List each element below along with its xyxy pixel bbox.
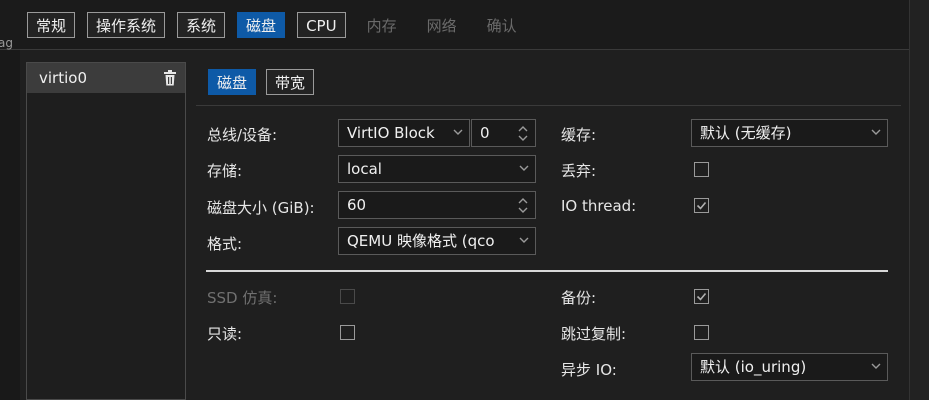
format-label: 格式: xyxy=(207,235,243,253)
storage-select[interactable]: local xyxy=(338,155,536,183)
subtab-disk[interactable]: 磁盘 xyxy=(208,69,257,95)
disk-list-item-label: virtio0 xyxy=(39,69,87,87)
chevron-down-icon xyxy=(453,128,463,136)
bus-select-value: VirtIO Block xyxy=(347,124,435,142)
ssd-emulation-label: SSD 仿真: xyxy=(207,289,278,307)
left-edge-text: ag xyxy=(0,36,13,50)
device-number-value: 0 xyxy=(480,124,490,142)
checkmark-icon xyxy=(696,201,707,210)
tab-memory: 内存 xyxy=(366,17,397,35)
chevron-down-icon xyxy=(871,362,881,370)
device-number-spinner[interactable]: 0 xyxy=(471,119,536,147)
tab-system[interactable]: 系统 xyxy=(177,12,226,38)
spinner-arrows-icon[interactable] xyxy=(517,123,529,143)
tab-confirm: 确认 xyxy=(486,17,517,35)
discard-checkbox[interactable] xyxy=(694,162,709,177)
chevron-down-icon xyxy=(871,128,881,136)
format-select[interactable]: QEMU 映像格式 (qco xyxy=(338,227,536,255)
tab-general[interactable]: 常规 xyxy=(27,12,76,38)
backup-label: 备份: xyxy=(561,289,597,307)
iothread-label: IO thread: xyxy=(561,197,637,215)
spinner-arrows-icon[interactable] xyxy=(517,195,529,215)
disk-sub-tabs: 磁盘 带宽 xyxy=(208,69,315,95)
cache-label: 缓存: xyxy=(561,126,597,144)
disk-list: virtio0 xyxy=(26,62,186,400)
chevron-down-icon xyxy=(519,236,529,244)
trash-icon[interactable] xyxy=(163,70,177,86)
cache-select-value: 默认 (无缓存) xyxy=(700,124,792,142)
storage-select-value: local xyxy=(347,160,382,178)
ssd-emulation-checkbox xyxy=(340,289,355,304)
disk-size-label: 磁盘大小 (GiB): xyxy=(207,199,315,217)
format-select-value: QEMU 映像格式 (qco xyxy=(347,232,495,250)
disk-size-spinner[interactable]: 60 xyxy=(338,191,536,219)
discard-label: 丢弃: xyxy=(561,162,597,180)
skip-replication-label: 跳过复制: xyxy=(561,325,627,343)
backup-checkbox[interactable] xyxy=(694,289,709,304)
cache-select[interactable]: 默认 (无缓存) xyxy=(691,119,888,147)
left-gutter xyxy=(0,50,20,400)
tab-os[interactable]: 操作系统 xyxy=(87,12,166,38)
right-scroll-strip xyxy=(909,0,929,400)
subtab-divider xyxy=(196,105,901,106)
wizard-tabs: 常规 操作系统 系统 磁盘 CPU 内存 网络 确认 xyxy=(27,12,526,38)
storage-label: 存储: xyxy=(207,162,243,180)
async-io-select[interactable]: 默认 (io_uring) xyxy=(691,353,888,381)
tab-disks[interactable]: 磁盘 xyxy=(237,12,286,38)
tab-network: 网络 xyxy=(426,17,457,35)
bus-device-label: 总线/设备: xyxy=(207,126,278,144)
disk-list-item[interactable]: virtio0 xyxy=(27,63,185,93)
async-io-label: 异步 IO: xyxy=(561,361,617,379)
checkmark-icon xyxy=(696,292,707,301)
readonly-checkbox[interactable] xyxy=(340,325,355,340)
async-io-select-value: 默认 (io_uring) xyxy=(700,358,807,376)
iothread-checkbox[interactable] xyxy=(694,198,709,213)
bus-select[interactable]: VirtIO Block xyxy=(338,119,470,147)
advanced-separator xyxy=(206,270,888,272)
skip-replication-checkbox[interactable] xyxy=(694,325,709,340)
chevron-down-icon xyxy=(519,164,529,172)
disk-size-value: 60 xyxy=(347,196,367,214)
tab-cpu[interactable]: CPU xyxy=(297,12,346,38)
subtab-bandwidth[interactable]: 带宽 xyxy=(266,69,315,95)
readonly-label: 只读: xyxy=(207,325,243,343)
